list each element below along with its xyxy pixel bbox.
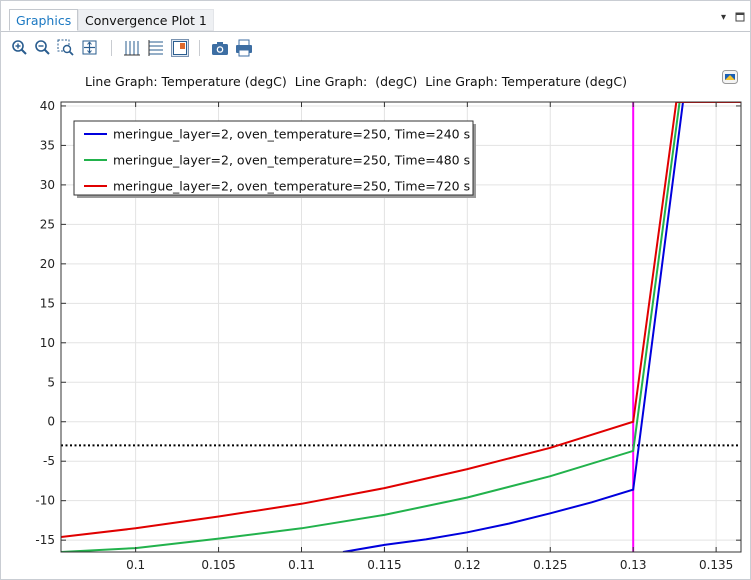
y-tick-label: -5 [43, 454, 55, 468]
y-tick-label: -15 [35, 533, 55, 547]
legend-entry: meringue_layer=2, oven_temperature=250, … [113, 127, 470, 142]
y-tick-label: 25 [40, 217, 55, 231]
legend[interactable]: meringue_layer=2, oven_temperature=250, … [73, 120, 476, 198]
x-tick-label: 0.11 [288, 558, 315, 572]
y-tick-label: 5 [47, 375, 55, 389]
x-tick-label: 0.13 [620, 558, 647, 572]
line-chart[interactable]: 0.1 0.105 0.11 0.115 0.12 0.125 0.13 0.135 -15 -… [1, 1, 750, 579]
y-tick-label: 0 [47, 415, 55, 429]
x-tick-label: 0.12 [454, 558, 481, 572]
graphics-window: Graphics Convergence Plot 1 ▾ Line Graph… [0, 0, 751, 580]
x-tick-label: 0.115 [367, 558, 401, 572]
y-tick-label: 20 [40, 257, 55, 271]
legend-entry: meringue_layer=2, oven_temperature=250, … [113, 153, 470, 168]
x-tick-label: 0.125 [533, 558, 567, 572]
y-tick-label: 35 [40, 138, 55, 152]
y-tick-label: -10 [35, 494, 55, 508]
y-tick-label: 10 [40, 336, 55, 350]
y-tick-label: 15 [40, 296, 55, 310]
y-tick-label: 40 [40, 99, 55, 113]
x-tick-label: 0.1 [126, 558, 145, 572]
y-tick-label: 30 [40, 178, 55, 192]
legend-entry: meringue_layer=2, oven_temperature=250, … [113, 179, 470, 194]
x-tick-label: 0.105 [201, 558, 235, 572]
x-tick-label: 0.135 [699, 558, 733, 572]
